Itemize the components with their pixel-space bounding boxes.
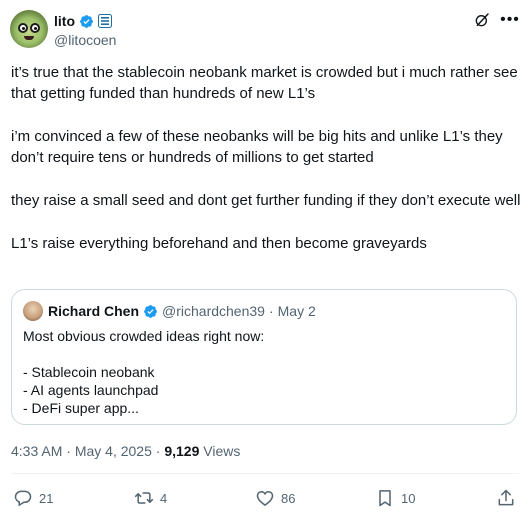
quoted-tweet-date[interactable]: May 2 (278, 303, 316, 319)
reply-count: 21 (39, 490, 54, 506)
tweet-meta: 4:33 AM · May 4, 2025 · 9,129 Views (11, 443, 240, 459)
views-label: Views (203, 443, 241, 459)
author-info: lito @litocoen (54, 12, 116, 48)
reply-icon (14, 490, 32, 507)
grok-icon[interactable] (474, 12, 490, 28)
views-count[interactable]: 9,129 (164, 443, 199, 459)
bookmark-button[interactable]: 10 (375, 487, 415, 509)
verified-badge-icon[interactable] (79, 14, 94, 29)
like-button[interactable]: 86 (255, 487, 295, 509)
divider (11, 473, 519, 474)
author-handle[interactable]: @litocoen (54, 32, 116, 48)
quoted-tweet-intro: Most obvious crowded ideas right now: (23, 328, 265, 344)
author-avatar[interactable] (10, 10, 48, 48)
reply-button[interactable]: 21 (13, 487, 53, 509)
heart-icon (256, 490, 274, 506)
repost-icon (134, 492, 154, 504)
author-name-line: lito (54, 12, 116, 30)
tweet-paragraph: L1’s raise everything beforehand and the… (11, 235, 427, 252)
affiliation-badge-icon[interactable] (98, 14, 112, 28)
quoted-author-avatar[interactable] (23, 301, 43, 321)
avatar-mouth (24, 36, 34, 40)
tweet-actions: 21 4 86 10 (11, 487, 519, 509)
quoted-author-name[interactable]: Richard Chen (48, 303, 139, 319)
quoted-list-item: - Stablecoin neobank (23, 364, 155, 380)
repost-button[interactable]: 4 (134, 487, 167, 509)
tweet-time[interactable]: 4:33 AM (11, 443, 62, 459)
more-icon[interactable]: ••• (500, 10, 520, 30)
tweet-header: lito @litocoen ••• (10, 10, 520, 50)
quoted-author-handle[interactable]: @richardchen39 (162, 303, 265, 319)
quoted-tweet-text: Most obvious crowded ideas right now: - … (23, 327, 264, 417)
tweet-text: it’s true that the stablecoin neobank ma… (11, 62, 523, 276)
tweet-paragraph: they raise a small seed and dont get fur… (11, 192, 521, 209)
quoted-tweet[interactable]: Richard Chen @richardchen39 · May 2 Most… (11, 289, 517, 425)
tweet-paragraph: it’s true that the stablecoin neobank ma… (11, 64, 518, 102)
share-icon (498, 489, 514, 506)
avatar-eye-right (30, 23, 40, 33)
quoted-list-item: - AI agents launchpad (23, 382, 159, 398)
author-display-name[interactable]: lito (54, 13, 75, 29)
repost-count: 4 (160, 490, 168, 506)
share-button[interactable] (496, 487, 516, 509)
quoted-list-item: - DeFi super app... (23, 400, 139, 416)
bookmark-icon (379, 490, 391, 507)
tweet-date[interactable]: May 4, 2025 (75, 443, 152, 459)
meta-separator: · (66, 443, 71, 459)
avatar-eye-left (18, 23, 28, 33)
meta-separator: · (155, 443, 161, 459)
tweet-paragraph: i’m convinced a few of these neobanks wi… (11, 128, 503, 166)
like-count: 86 (281, 490, 296, 506)
verified-badge-icon[interactable] (143, 304, 158, 319)
quoted-tweet-header: Richard Chen @richardchen39 · May 2 (48, 302, 316, 320)
bookmark-count: 10 (401, 490, 416, 506)
meta-separator: · (268, 303, 274, 319)
